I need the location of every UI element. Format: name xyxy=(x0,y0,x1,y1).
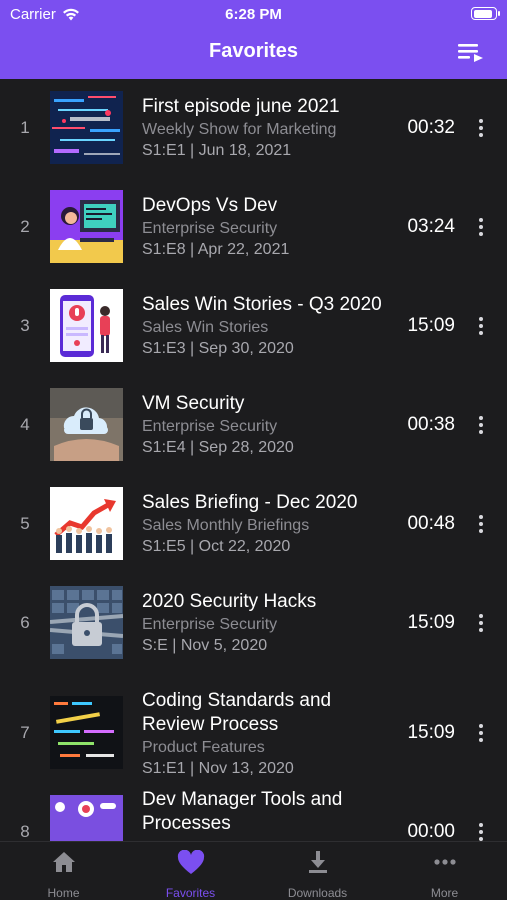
tab-label: Favorites xyxy=(165,886,216,900)
episode-info: VM Security Enterprise Security S1:E4 | Se… xyxy=(142,392,397,458)
episode-title: First episode june 2021 xyxy=(142,96,340,117)
padlock-keyboard-thumbnail xyxy=(50,586,123,659)
episode-meta: S1:E1 | Jun 18, 2021 xyxy=(142,142,292,159)
tab-label: Downloads xyxy=(287,886,348,900)
episode-title: Coding Standards and xyxy=(142,690,332,711)
episode-title: Sales Briefing - Dec 2020 xyxy=(142,492,358,513)
podcast-phone-thumbnail xyxy=(50,289,123,362)
episode-duration: 03:24 xyxy=(407,216,455,237)
episode-duration: 00:38 xyxy=(407,414,455,435)
episode-duration: 15:09 xyxy=(407,722,455,743)
episode-duration: 00:48 xyxy=(407,513,455,534)
more-options-icon[interactable] xyxy=(474,216,488,238)
episode-info: Sales Briefing - Dec 2020 Sales Monthly B… xyxy=(142,491,397,557)
more-options-icon[interactable] xyxy=(474,315,488,337)
show-name: Weekly Show for Marketing xyxy=(142,121,337,138)
episode-info: Coding Standards and Review Process Produc… xyxy=(142,689,397,779)
tab-downloads[interactable]: Downloads xyxy=(254,842,381,900)
tab-home[interactable]: Home xyxy=(0,842,127,900)
episode-info: Dev Manager Tools and Processes xyxy=(142,788,397,836)
episode-row[interactable]: 7 Coding Standards and Review Process Produ… xyxy=(0,684,507,783)
episode-info: First episode june 2021 Weekly Show for M… xyxy=(142,95,397,161)
heart-icon xyxy=(177,849,205,880)
episode-row[interactable]: 5 Sales Briefing - Dec 2020 Sales Monthly … xyxy=(0,486,507,585)
tab-more[interactable]: More xyxy=(381,842,507,900)
network-thumbnail xyxy=(50,91,123,164)
episode-title: Sales Win Stories - Q3 2020 xyxy=(142,294,382,315)
tab-label: Home xyxy=(47,886,80,900)
episode-title: Review Process xyxy=(142,714,279,735)
episode-info: 2020 Security Hacks Enterprise Security S:… xyxy=(142,590,397,656)
episode-info: Sales Win Stories - Q3 2020 Sales Win Sto… xyxy=(142,293,397,359)
episode-row[interactable]: 8 Dev Manager Tools and Processes 00:00 xyxy=(0,783,507,841)
page-title: Favorites xyxy=(209,40,298,62)
episode-info: DevOps Vs Dev Enterprise Security S1:E8 | … xyxy=(142,194,397,260)
episode-duration: 15:09 xyxy=(407,612,455,633)
episode-index: 8 xyxy=(20,822,30,841)
episode-title: DevOps Vs Dev xyxy=(142,195,278,216)
growth-team-thumbnail xyxy=(50,487,123,560)
more-options-icon[interactable] xyxy=(474,117,488,139)
show-name: Product Features xyxy=(142,739,265,756)
episode-index: 2 xyxy=(20,217,30,236)
home-icon xyxy=(52,850,76,879)
episode-duration: 15:09 xyxy=(407,315,455,336)
episode-row[interactable]: 2 DevOps Vs Dev Enterprise Security S1:E8 |… xyxy=(0,189,507,288)
battery-icon xyxy=(471,7,500,20)
more-horizontal-icon xyxy=(433,850,457,879)
cloud-lock-thumbnail xyxy=(50,388,123,461)
episode-meta: S1:E3 | Sep 30, 2020 xyxy=(142,340,294,357)
episode-index: 5 xyxy=(20,514,30,533)
more-options-icon[interactable] xyxy=(474,513,488,535)
more-options-icon[interactable] xyxy=(474,414,488,436)
episode-title: Dev Manager Tools and xyxy=(142,789,343,810)
playlist-icon[interactable] xyxy=(457,41,485,63)
nav-header: Carrier 6:28 PM Favorites xyxy=(0,0,507,79)
episode-row[interactable]: 4 VM Security Enterprise Security S1:E4 | S… xyxy=(0,387,507,486)
code-thumbnail xyxy=(50,696,123,769)
episode-index: 1 xyxy=(20,118,30,137)
clock: 6:28 PM xyxy=(225,6,282,23)
episode-row[interactable]: 1 First episode june 2021 Weekly Show for … xyxy=(0,90,507,189)
episode-meta: S1:E5 | Oct 22, 2020 xyxy=(142,538,291,555)
more-options-icon[interactable] xyxy=(474,821,488,841)
episode-index: 6 xyxy=(20,613,30,632)
episode-index: 3 xyxy=(20,316,30,335)
episode-title: Processes xyxy=(142,813,231,834)
episode-index: 7 xyxy=(20,723,30,742)
episode-row[interactable]: 6 2020 Security Hacks Enterprise Security S… xyxy=(0,585,507,684)
episode-meta: S1:E1 | Nov 13, 2020 xyxy=(142,760,294,777)
episode-index: 4 xyxy=(20,415,30,434)
tab-favorites[interactable]: Favorites xyxy=(127,842,254,900)
show-name: Enterprise Security xyxy=(142,220,278,237)
more-options-icon[interactable] xyxy=(474,612,488,634)
show-name: Sales Monthly Briefings xyxy=(142,517,310,534)
developer-thumbnail xyxy=(50,190,123,263)
episode-meta: S:E | Nov 5, 2020 xyxy=(142,637,268,654)
tools-thumbnail xyxy=(50,795,123,841)
episode-duration: 00:32 xyxy=(407,117,455,138)
show-name: Sales Win Stories xyxy=(142,319,269,336)
episode-list[interactable]: 1 First episode june 2021 Weekly Show for … xyxy=(0,79,507,841)
episode-title: 2020 Security Hacks xyxy=(142,591,317,612)
more-options-icon[interactable] xyxy=(474,722,488,744)
episode-meta: S1:E8 | Apr 22, 2021 xyxy=(142,241,290,258)
show-name: Enterprise Security xyxy=(142,616,278,633)
episode-duration: 00:00 xyxy=(407,821,455,841)
episode-row[interactable]: 3 Sales Win Stories - Q3 2020 Sales Win St… xyxy=(0,288,507,387)
episode-title: VM Security xyxy=(142,393,245,414)
tab-bar: Home Favorites Downloads More xyxy=(0,841,507,900)
episode-meta: S1:E4 | Sep 28, 2020 xyxy=(142,439,294,456)
show-name: Enterprise Security xyxy=(142,418,278,435)
status-bar: Carrier 6:28 PM xyxy=(0,0,507,28)
download-icon xyxy=(307,850,329,879)
tab-label: More xyxy=(430,886,459,900)
